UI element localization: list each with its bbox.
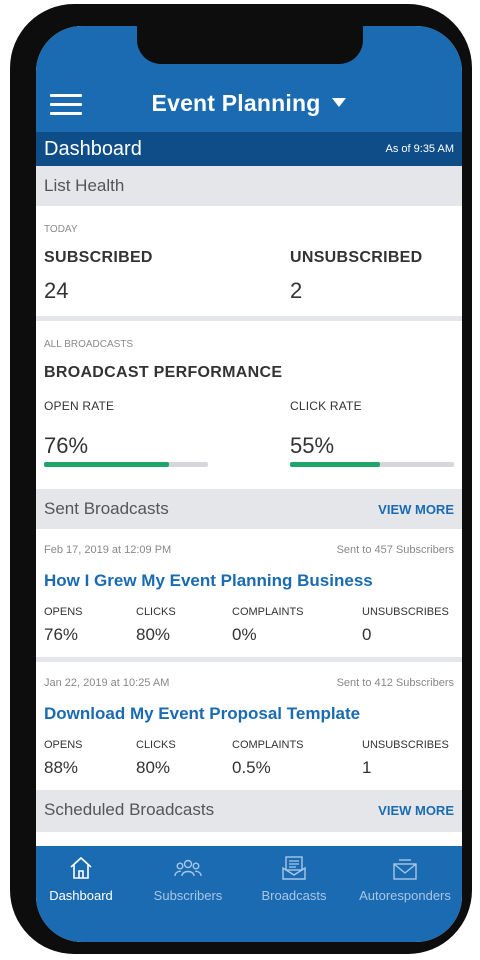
complaints-value: 0.5%: [232, 758, 271, 777]
tab-label: Autoresponders: [359, 888, 451, 903]
section-title: List Health: [44, 176, 125, 195]
scope-label: ALL BROADCASTS: [44, 339, 134, 350]
bottom-tab-bar: Dashboard Subscribers Broadcasts Autores…: [36, 846, 462, 942]
section-title: Sent Broadcasts: [44, 499, 169, 518]
phone-notch: [137, 26, 363, 64]
clicks-value: 80%: [136, 758, 171, 777]
broadcast-date: Jan 22, 2019 at 10:25 AM: [44, 677, 170, 689]
tab-subscribers[interactable]: Subscribers: [136, 846, 240, 942]
section-title: Scheduled Broadcasts: [44, 800, 215, 819]
broadcast-icon: [282, 856, 306, 880]
broadcast-title-link[interactable]: How I Grew My Event Planning Business: [44, 571, 373, 591]
broadcast-sent-to: Sent to 412 Subscribers: [336, 677, 454, 689]
dashboard-bar: Dashboard As of 9:35 AM: [36, 132, 462, 166]
page-title: Dashboard: [44, 138, 142, 160]
tab-broadcasts[interactable]: Broadcasts: [242, 846, 346, 942]
list-health-card: TODAY SUBSCRIBED 24 UNSUBSCRIBED 2: [36, 206, 462, 316]
open-rate-bar-fill: [44, 462, 169, 467]
broadcast-sent-to: Sent to 457 Subscribers: [336, 544, 454, 556]
unsubscribes-label: UNSUBSCRIBES: [362, 606, 449, 618]
unsubscribes-value: 1: [362, 758, 372, 777]
click-rate-value: 55%: [290, 433, 335, 458]
tab-dashboard[interactable]: Dashboard: [36, 846, 126, 942]
tab-label: Broadcasts: [261, 888, 327, 903]
clicks-label: CLICKS: [136, 739, 176, 751]
subscribed-value: 24: [44, 278, 69, 303]
app-title: Event Planning: [151, 90, 321, 116]
view-more-scheduled-button[interactable]: VIEW MORE: [378, 803, 454, 818]
unsubscribed-label: UNSUBSCRIBED: [290, 249, 423, 266]
broadcast-item[interactable]: Feb 17, 2019 at 12:09 PM Sent to 457 Sub…: [36, 529, 462, 657]
scheduled-broadcasts-header: Scheduled Broadcasts VIEW MORE: [36, 790, 462, 832]
view-more-sent-button[interactable]: VIEW MORE: [378, 502, 454, 517]
chevron-down-icon: [332, 98, 347, 107]
unsubscribes-label: UNSUBSCRIBES: [362, 739, 449, 751]
as-of-timestamp: As of 9:35 AM: [385, 143, 454, 155]
clicks-label: CLICKS: [136, 606, 176, 618]
unsubscribes-value: 0: [362, 625, 372, 644]
app-screen: Event Planning Dashboard As of 9:35 AM L…: [36, 26, 462, 942]
complaints-label: COMPLAINTS: [232, 606, 304, 618]
list-selector[interactable]: Event Planning: [36, 90, 462, 117]
broadcast-item[interactable]: Jan 22, 2019 at 10:25 AM Sent to 412 Sub…: [36, 662, 462, 790]
envelope-icon: [393, 859, 417, 880]
open-rate-value: 76%: [44, 433, 89, 458]
sent-broadcasts-header: Sent Broadcasts VIEW MORE: [36, 489, 462, 529]
phone-frame: Event Planning Dashboard As of 9:35 AM L…: [10, 4, 472, 954]
subscribed-label: SUBSCRIBED: [44, 249, 153, 266]
click-rate-label: CLICK RATE: [290, 399, 362, 413]
performance-title: BROADCAST PERFORMANCE: [44, 364, 283, 381]
tab-autoresponders[interactable]: Autoresponders: [348, 846, 462, 942]
open-rate-label: OPEN RATE: [44, 399, 115, 413]
tab-label: Subscribers: [153, 888, 223, 903]
broadcast-performance-card: ALL BROADCASTS BROADCAST PERFORMANCE OPE…: [36, 321, 462, 489]
click-rate-bar-fill: [290, 462, 381, 467]
opens-value: 76%: [44, 625, 79, 644]
opens-label: OPENS: [44, 606, 83, 618]
tab-label: Dashboard: [49, 888, 113, 903]
complaints-label: COMPLAINTS: [232, 739, 304, 751]
people-icon: [174, 859, 202, 877]
broadcast-title-link[interactable]: Download My Event Proposal Template: [44, 704, 360, 724]
clicks-value: 80%: [136, 625, 171, 644]
broadcast-date: Feb 17, 2019 at 12:09 PM: [44, 544, 172, 556]
opens-value: 88%: [44, 758, 79, 777]
list-health-header: List Health: [36, 166, 462, 206]
open-rate-bar: [44, 462, 208, 467]
click-rate-bar: [290, 462, 454, 467]
opens-label: OPENS: [44, 739, 83, 751]
complaints-value: 0%: [232, 625, 257, 644]
unsubscribed-value: 2: [290, 278, 303, 303]
period-label: TODAY: [44, 224, 78, 235]
home-icon: [70, 856, 92, 879]
